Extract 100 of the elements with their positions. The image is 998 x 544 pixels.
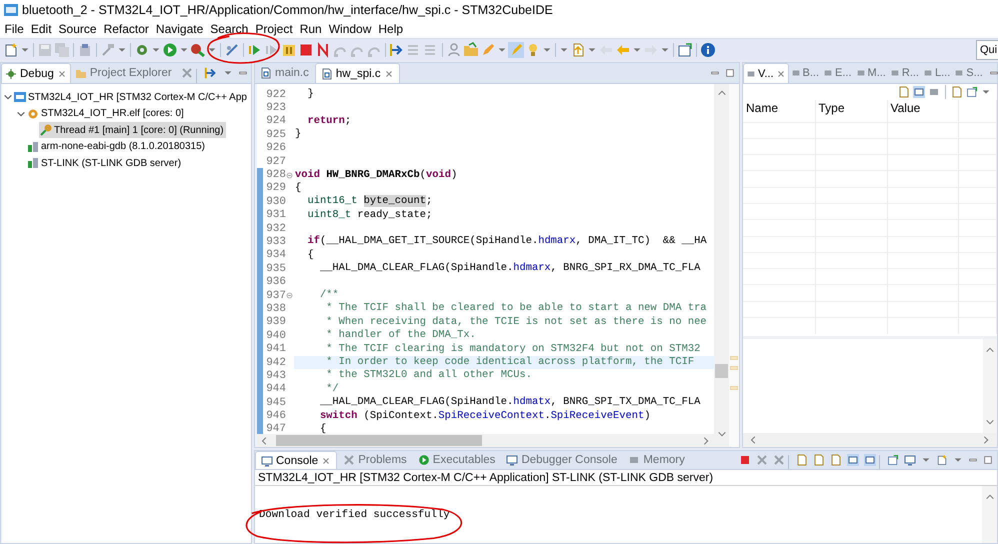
tree-item[interactable]: STM32L4_IOT_HR.elf [cores: 0]	[26, 106, 186, 122]
tab[interactable]: Project Explorer	[72, 63, 175, 83]
square-icon[interactable]	[790, 68, 800, 78]
chevron-down-icon[interactable]	[716, 429, 726, 439]
document-icon[interactable]	[796, 454, 808, 466]
tab[interactable]: S...	[952, 63, 985, 83]
close-icon[interactable]	[321, 456, 332, 466]
tab[interactable]: V...	[743, 63, 788, 83]
tab[interactable]: hw_spi.c	[314, 63, 400, 83]
slash-icon[interactable]	[224, 42, 240, 58]
close-icon[interactable]	[384, 68, 394, 78]
new-file-icon[interactable]	[3, 42, 19, 58]
tab[interactable]: R...	[888, 63, 921, 83]
menu-item[interactable]: Search	[206, 20, 252, 38]
document-icon[interactable]	[951, 86, 963, 98]
code-line: {	[318, 422, 326, 434]
toggle-icon[interactable]	[864, 454, 876, 466]
chevron-up-icon[interactable]	[716, 88, 726, 98]
monitor-icon[interactable]	[506, 454, 518, 466]
tree-item[interactable]: Thread #1 [main] 1 [core: 0] (Running)	[39, 122, 226, 138]
horizontal-scrollbar[interactable]	[743, 433, 997, 447]
close-icon[interactable]	[776, 68, 786, 78]
vertical-scrollbar[interactable]	[983, 338, 997, 433]
tab[interactable]: Debugger Console	[501, 451, 622, 469]
square-icon[interactable]	[628, 454, 640, 466]
column-header[interactable]: Name	[746, 100, 778, 116]
tree-item[interactable]: arm-none-eabi-gdb (8.1.0.20180315)	[26, 138, 207, 155]
scrollbar-thumb[interactable]	[276, 435, 482, 446]
tab[interactable]: L...	[921, 63, 952, 83]
vertical-scrollbar[interactable]	[714, 84, 729, 447]
c-file-icon[interactable]	[320, 68, 333, 80]
square-icon[interactable]	[890, 68, 900, 78]
window-icon[interactable]	[966, 86, 978, 98]
toggle-icon[interactable]	[913, 86, 925, 98]
square-icon[interactable]	[954, 68, 964, 78]
window-icon[interactable]	[887, 454, 899, 466]
toggle-icon[interactable]	[847, 454, 859, 466]
menu-item[interactable]: Edit	[27, 20, 56, 38]
collapse-icon[interactable]	[286, 172, 293, 179]
run-icon[interactable]	[162, 42, 178, 58]
chevron-right-icon[interactable]	[981, 435, 991, 445]
square-icon[interactable]	[856, 68, 866, 78]
document-icon[interactable]	[898, 86, 910, 98]
window-icon[interactable]	[677, 42, 693, 58]
tab[interactable]: Console	[255, 451, 338, 469]
menu-item[interactable]: Refactor	[100, 20, 152, 38]
tab[interactable]: Executables	[412, 451, 500, 469]
monitor-icon[interactable]	[904, 454, 916, 466]
stop-icon[interactable]	[298, 42, 314, 58]
bug-icon[interactable]	[5, 68, 17, 80]
person-icon[interactable]	[446, 42, 462, 58]
tab[interactable]: M...	[854, 63, 888, 83]
remove-icon[interactable]	[756, 454, 768, 466]
chevron-up-icon[interactable]	[984, 492, 994, 502]
menu-item[interactable]: Window	[325, 20, 375, 38]
column-header[interactable]: Value	[890, 100, 920, 116]
tree-item[interactable]: STM32L4_IOT_HR [STM32 Cortex-M C/C++ App	[13, 89, 249, 106]
square-icon[interactable]	[928, 86, 940, 98]
document-icon[interactable]	[830, 454, 842, 466]
stop-icon[interactable]	[739, 454, 751, 466]
maximize-icon[interactable]	[983, 455, 993, 465]
column-header[interactable]: Type	[818, 100, 845, 116]
c-file-icon[interactable]	[260, 67, 272, 79]
tab[interactable]: main.c	[255, 63, 314, 83]
remove-all-icon[interactable]	[773, 454, 785, 466]
tab[interactable]: Problems	[338, 451, 412, 469]
menu-item[interactable]: Help	[374, 20, 407, 38]
menu-item[interactable]: Run	[296, 20, 326, 38]
folder-icon[interactable]	[463, 42, 479, 58]
remove-all-icon[interactable]	[180, 67, 193, 79]
quick-access-field[interactable]: Qui	[976, 40, 998, 60]
tree-item[interactable]: ST-LINK (ST-LINK GDB server)	[26, 155, 184, 172]
menu-item[interactable]: Navigate	[152, 20, 207, 38]
scrollbar-thumb[interactable]	[715, 364, 728, 378]
collapse-icon[interactable]	[286, 292, 293, 300]
new-file-icon[interactable]	[936, 454, 948, 466]
tab[interactable]: Memory	[623, 451, 690, 469]
info-icon[interactable]	[700, 42, 716, 58]
close-icon[interactable]	[56, 68, 67, 78]
tab[interactable]: B...	[788, 63, 822, 83]
tab[interactable]: E...	[821, 63, 854, 83]
chevron-right-icon[interactable]	[701, 436, 711, 446]
horizontal-scrollbar[interactable]	[257, 434, 714, 447]
monitor-icon[interactable]	[261, 454, 273, 466]
disconnect-icon[interactable]	[315, 42, 331, 58]
square-icon[interactable]	[746, 68, 756, 78]
line-number: 943	[266, 370, 286, 382]
menu-item[interactable]: File	[1, 20, 28, 38]
menu-item[interactable]: Project	[252, 20, 296, 38]
square-icon[interactable]	[823, 68, 834, 78]
chevron-down-icon[interactable]	[985, 417, 995, 427]
menu-item[interactable]: Source	[55, 20, 100, 38]
step-arrow-icon[interactable]	[204, 66, 218, 80]
step-arrow-icon[interactable]	[389, 42, 405, 58]
document-icon[interactable]	[813, 454, 825, 466]
maximize-icon[interactable]	[725, 68, 735, 78]
square-icon[interactable]	[923, 68, 933, 78]
tab[interactable]: Debug	[1, 63, 71, 83]
vertical-scrollbar[interactable]	[982, 486, 997, 543]
play-icon[interactable]	[418, 454, 430, 466]
